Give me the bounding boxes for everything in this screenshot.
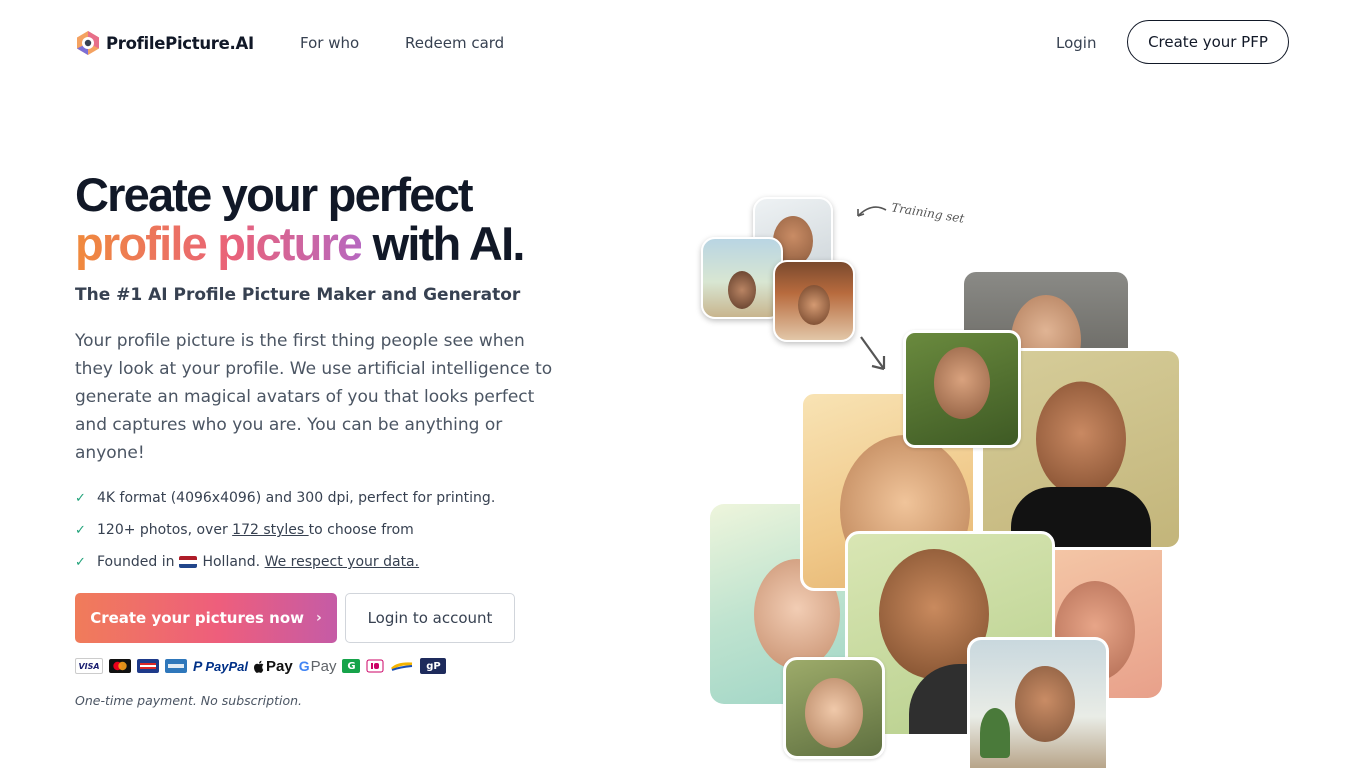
avatar-photo bbox=[783, 657, 885, 759]
ideal-icon bbox=[366, 659, 384, 673]
check-icon: ✓ bbox=[75, 522, 86, 538]
hero-title-rest: with AI. bbox=[361, 217, 526, 270]
feature-item: ✓ 4K format (4096x4096) and 300 dpi, per… bbox=[75, 482, 495, 514]
feature-text: Holland. bbox=[202, 554, 261, 570]
apple-pay-icon: Pay bbox=[254, 658, 293, 675]
g-icon: G bbox=[342, 659, 361, 673]
chevron-right-icon: › bbox=[316, 610, 322, 626]
amex-icon bbox=[165, 659, 187, 673]
maestro-icon bbox=[137, 659, 159, 673]
create-pictures-label: Create your pictures now bbox=[90, 609, 305, 627]
hero-title-highlight: profile picture bbox=[75, 217, 363, 270]
feature-item: ✓ 120+ photos, over 172 styles to choose… bbox=[75, 514, 495, 546]
avatar-photo bbox=[967, 637, 1109, 768]
login-account-button[interactable]: Login to account bbox=[345, 593, 515, 643]
arrow-down-right-icon bbox=[860, 336, 886, 371]
feature-item: ✓ Founded in Holland. We respect your dat… bbox=[75, 546, 495, 578]
training-photo bbox=[773, 260, 855, 342]
hero-paragraph: Your profile picture is the first thing … bbox=[75, 331, 553, 463]
feature-list: ✓ 4K format (4096x4096) and 300 dpi, per… bbox=[75, 482, 495, 578]
check-icon: ✓ bbox=[75, 490, 86, 506]
training-photo bbox=[701, 237, 783, 319]
nav-for-who[interactable]: For who bbox=[300, 34, 359, 52]
check-icon: ✓ bbox=[75, 554, 86, 570]
styles-link[interactable]: 172 styles bbox=[232, 522, 309, 538]
feature-text: to choose from bbox=[308, 522, 414, 538]
netherlands-flag-icon bbox=[179, 556, 198, 568]
data-privacy-link[interactable]: We respect your data. bbox=[265, 554, 420, 570]
logo-text: ProfilePicture.AI bbox=[106, 33, 254, 53]
training-set-label: Training set bbox=[890, 200, 966, 226]
paypal-icon: P PayPal bbox=[193, 658, 248, 674]
hero-title-line1: Create your perfect bbox=[75, 168, 474, 221]
arrow-curved-icon bbox=[857, 206, 887, 217]
mastercard-icon bbox=[109, 659, 131, 673]
hero-title: Create your perfect profile picture with… bbox=[75, 168, 526, 270]
bancontact-icon bbox=[391, 662, 413, 671]
create-pictures-button[interactable]: Create your pictures now › bbox=[75, 593, 337, 643]
top-navigation: ProfilePicture.AI For who Redeem card Lo… bbox=[0, 0, 1366, 88]
feature-text: 120+ photos, over bbox=[97, 522, 233, 538]
nav-redeem-card[interactable]: Redeem card bbox=[405, 34, 504, 52]
nav-login[interactable]: Login bbox=[1056, 34, 1096, 52]
logo[interactable]: ProfilePicture.AI bbox=[75, 30, 254, 56]
google-pay-icon: G Pay bbox=[298, 657, 337, 675]
feature-text: 4K format (4096x4096) and 300 dpi, perfe… bbox=[97, 490, 496, 506]
payment-note: One-time payment. No subscription. bbox=[75, 693, 302, 708]
hero-subtitle: The #1 AI Profile Picture Maker and Gene… bbox=[75, 285, 521, 305]
payment-methods: VISA P PayPal Pay G Pay G gP bbox=[75, 657, 447, 675]
create-pfp-button[interactable]: Create your PFP bbox=[1127, 20, 1289, 64]
avatar-photo bbox=[903, 330, 1021, 448]
logo-icon bbox=[77, 31, 99, 55]
visa-icon: VISA bbox=[75, 658, 103, 674]
giropay-icon: gP bbox=[420, 658, 447, 674]
feature-text: Founded in bbox=[97, 554, 175, 570]
